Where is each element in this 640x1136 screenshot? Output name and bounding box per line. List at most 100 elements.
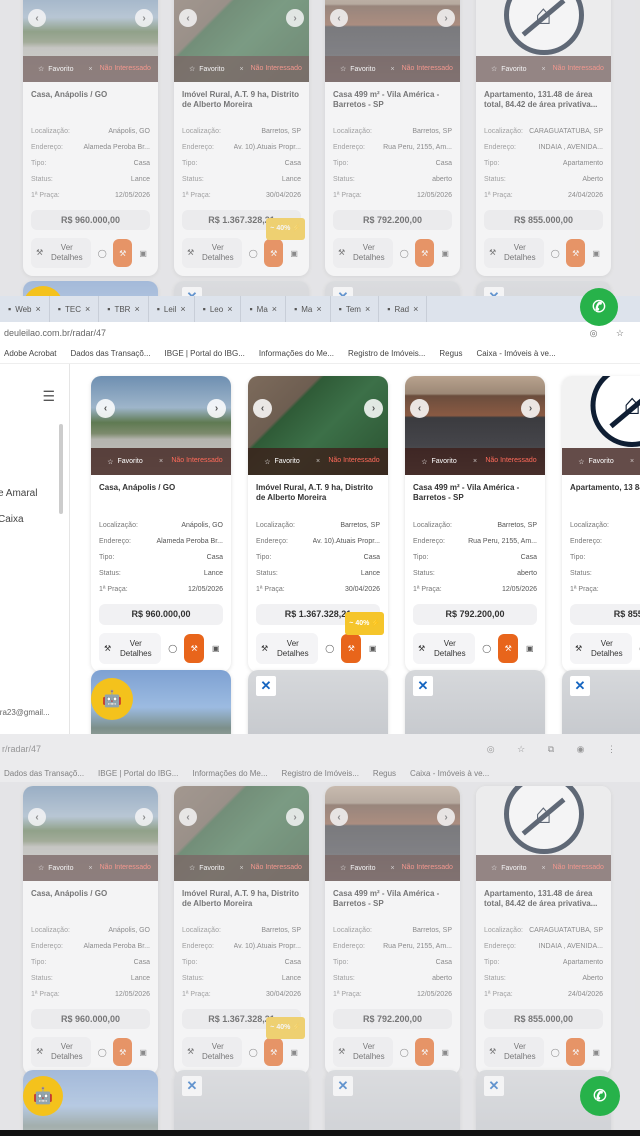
view-details-button[interactable]: ⚒ Ver Detalhes [570, 633, 633, 664]
hammer-icon[interactable]: ⚒ [184, 634, 205, 663]
chevron-left-icon[interactable]: ‹ [28, 9, 46, 27]
folder-icon[interactable]: ▣ [589, 1048, 603, 1057]
browser-tab[interactable]: ▪ Tem × [331, 296, 380, 322]
view-details-button[interactable]: ⚒ Ver Detalhes [182, 1037, 243, 1067]
not-interested-button[interactable]: Não Interessado [546, 864, 611, 872]
hammer-icon[interactable]: ⚒ [566, 1038, 586, 1066]
chevron-left-icon[interactable]: ‹ [179, 808, 197, 826]
not-interested-button[interactable]: Não Interessado [163, 457, 231, 465]
close-icon[interactable]: × [180, 304, 185, 314]
not-interested-button[interactable]: Não Interessado [634, 457, 640, 465]
chat-icon[interactable]: ◯ [246, 249, 260, 258]
property-card[interactable]: ‹ › ☆ Favorito × Não Interessado Imóvel R… [248, 376, 388, 672]
property-card-blurred[interactable]: ✕ [325, 281, 460, 296]
property-photo[interactable]: ‹ › ☆ Favorito × Não Interessado [325, 0, 460, 82]
bookmark-item[interactable]: Dados das Transaçõ... [70, 349, 150, 358]
not-interested-button[interactable]: Não Interessado [93, 65, 158, 73]
chat-icon[interactable]: ◯ [95, 249, 109, 258]
close-icon[interactable]: × [85, 304, 90, 314]
chevron-right-icon[interactable]: › [437, 808, 455, 826]
chevron-left-icon[interactable]: ‹ [96, 399, 115, 418]
property-card-blurred[interactable]: ✕ [174, 281, 309, 296]
bookmark-item[interactable]: Registro de Imóveis... [282, 769, 359, 778]
property-card[interactable]: ‹ › ☆ Favorito × Não Interessado Casa, An… [23, 786, 158, 1075]
chat-icon[interactable]: ◯ [95, 1048, 109, 1057]
hamburger-menu-icon[interactable]: ☰ [42, 388, 55, 405]
folder-icon[interactable]: ▣ [589, 249, 603, 258]
not-interested-button[interactable]: Não Interessado [320, 457, 388, 465]
view-details-button[interactable]: ⚒ Ver Detalhes [484, 1037, 545, 1067]
view-details-button[interactable]: ⚒ Ver Detalhes [31, 1037, 92, 1067]
favorite-button[interactable]: ☆ Favorito [325, 65, 390, 74]
folder-icon[interactable]: ▣ [365, 644, 380, 653]
browser-tab[interactable]: ▪ Web × [0, 296, 50, 322]
address-bar[interactable]: r/radar/47 ◎ ☆ ⧉ ◉ ⋮ [0, 734, 640, 764]
card-title[interactable]: Casa, Anápolis / GO [31, 889, 150, 915]
sidebar-item-caixa[interactable]: Caixa [0, 514, 24, 525]
browser-tab[interactable]: ▪ TEC × [50, 296, 100, 322]
property-photo[interactable]: ‹ › ☆ Favorito × Não Interessado [23, 786, 158, 881]
chevron-right-icon[interactable]: › [437, 9, 455, 27]
hammer-icon[interactable]: ⚒ [264, 239, 284, 267]
chevron-right-icon[interactable]: › [207, 399, 226, 418]
chat-icon[interactable]: ◯ [636, 644, 640, 653]
folder-icon[interactable]: ▣ [136, 249, 150, 258]
bookmark-item[interactable]: IBGE | Portal do IBG... [165, 349, 245, 358]
not-interested-button[interactable]: Não Interessado [395, 65, 460, 73]
folder-icon[interactable]: ▣ [208, 644, 223, 653]
favorite-button[interactable]: ☆ Favorito [248, 458, 316, 466]
not-interested-button[interactable]: Não Interessado [477, 457, 545, 465]
folder-icon[interactable]: ▣ [438, 249, 452, 258]
property-photo[interactable]: ⌂ ☆Favorito × Não Interessado [476, 786, 611, 881]
folder-icon[interactable]: ▣ [287, 249, 301, 258]
card-title[interactable]: Imóvel Rural, A.T. 9 ha, Distrito de Alb… [256, 483, 380, 510]
close-icon[interactable]: × [134, 304, 139, 314]
card-title[interactable]: Imóvel Rural, A.T. 9 ha, Distrito de Alb… [182, 90, 301, 116]
card-title[interactable]: Casa, Anápolis / GO [99, 483, 223, 510]
browser-tab[interactable]: ▪ Ma × [286, 296, 331, 322]
view-details-button[interactable]: ⚒ Ver Detalhes [182, 238, 243, 268]
not-interested-button[interactable]: Não Interessado [546, 65, 611, 73]
card-title[interactable]: Casa 499 m² - Vila América - Barretos - … [333, 889, 452, 915]
bookmark-item[interactable]: Dados das Transaçõ... [4, 769, 84, 778]
property-photo[interactable]: ‹ › ☆ Favorito × Não Interessado [91, 376, 231, 475]
chat-icon[interactable]: ◯ [322, 644, 337, 653]
card-title[interactable]: Casa, Anápolis / GO [31, 90, 150, 116]
close-icon[interactable]: × [365, 304, 370, 314]
chat-icon[interactable]: ◯ [246, 1048, 260, 1057]
bookmark-item[interactable]: Regus [373, 769, 396, 778]
chat-icon[interactable]: ◯ [548, 249, 562, 258]
view-details-button[interactable]: ⚒ Ver Detalhes [99, 633, 162, 664]
chat-icon[interactable]: ◯ [165, 644, 180, 653]
hammer-icon[interactable]: ⚒ [113, 1038, 133, 1066]
chat-icon[interactable]: ◯ [397, 1048, 411, 1057]
view-details-button[interactable]: ⚒ Ver Detalhes [484, 238, 545, 268]
chevron-left-icon[interactable]: ‹ [253, 399, 272, 418]
hammer-icon[interactable]: ⚒ [113, 239, 133, 267]
bookmark-item[interactable]: Informações do Me... [192, 769, 267, 778]
hammer-icon[interactable]: ⚒ [341, 634, 362, 663]
favorite-button[interactable]: ☆ Favorito [476, 65, 541, 74]
view-details-button[interactable]: ⚒ Ver Detalhes [333, 1037, 394, 1067]
property-photo[interactable]: ‹ › ☆ Favorito × Não Interessado [405, 376, 545, 475]
hammer-icon[interactable]: ⚒ [415, 239, 435, 267]
property-card[interactable]: ‹ › ☆ Favorito × Não Interessado Casa, An… [23, 0, 158, 276]
bookmark-item[interactable]: Informações do Me... [259, 349, 334, 358]
bookmark-item[interactable]: Caixa - Imóveis à ve... [410, 769, 489, 778]
property-photo[interactable]: ‹ › ☆ Favorito × Não Interessado [174, 0, 309, 82]
property-card[interactable]: ⌂ ☆Favorito × Não Interessado Apartament… [476, 0, 611, 276]
close-icon[interactable]: × [227, 304, 232, 314]
favorite-button[interactable]: ☆ Favorito [91, 458, 159, 466]
view-details-button[interactable]: ⚒ Ver Detalhes [333, 238, 394, 268]
view-details-button[interactable]: ⚒ Ver Detalhes [413, 633, 476, 664]
property-card[interactable]: ‹ › ☆ Favorito × Não Interessado Casa 499… [405, 376, 545, 672]
property-card-blurred[interactable]: ✕ [174, 1070, 309, 1130]
chevron-left-icon[interactable]: ‹ [410, 399, 429, 418]
not-interested-button[interactable]: Não Interessado [395, 864, 460, 872]
sidebar-item-amaral[interactable]: e Amaral [0, 488, 37, 499]
chat-icon[interactable]: ◯ [479, 644, 494, 653]
folder-icon[interactable]: ▣ [522, 644, 537, 653]
chevron-left-icon[interactable]: ‹ [179, 9, 197, 27]
property-photo[interactable]: ⌂ ☆Favorito × Não Interessado [476, 0, 611, 82]
folder-icon[interactable]: ▣ [287, 1048, 301, 1057]
